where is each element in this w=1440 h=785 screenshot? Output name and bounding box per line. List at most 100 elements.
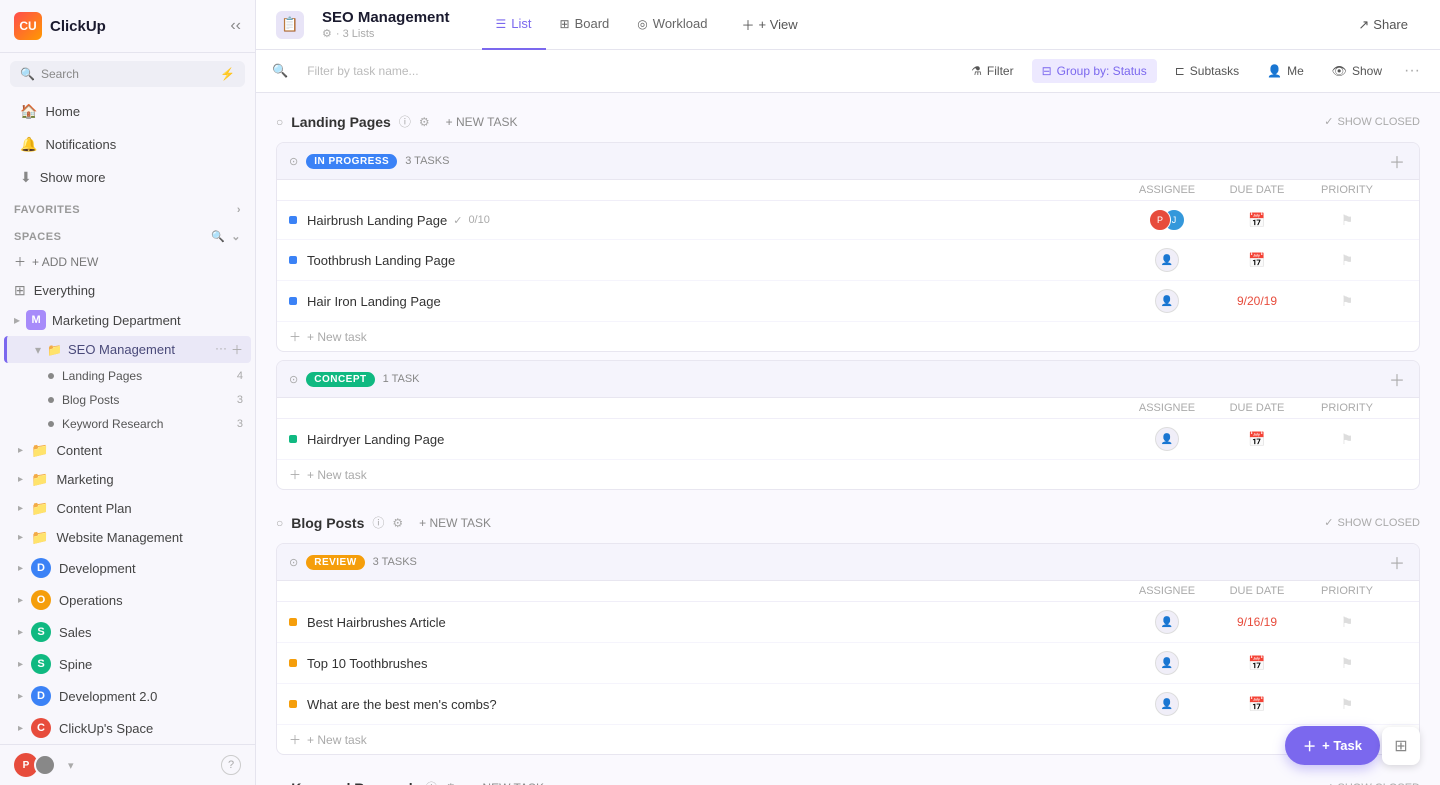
- add-task-button[interactable]: ＋ + Task: [1285, 726, 1380, 765]
- help-button[interactable]: ?: [221, 755, 241, 775]
- group-by-button[interactable]: ⊟ Group by: Status: [1032, 59, 1157, 83]
- subtasks-icon: ⊏: [1175, 64, 1185, 78]
- section-toggle-blog-posts[interactable]: ○: [276, 516, 283, 530]
- show-closed-landing-pages[interactable]: ✓ SHOW CLOSED: [1324, 115, 1420, 128]
- sidebar-item-seo-management[interactable]: ▾ 📁 SEO Management ··· ＋: [4, 336, 251, 363]
- show-closed-blog-posts[interactable]: ✓ SHOW CLOSED: [1324, 516, 1420, 529]
- new-task-link-keyword-research[interactable]: + NEW TASK: [472, 781, 544, 785]
- chevron-down-spaces-icon[interactable]: ⌄: [231, 230, 241, 243]
- filter-button[interactable]: ⚗ Filter: [961, 59, 1023, 83]
- subtask-count: 0/10: [468, 214, 489, 226]
- seo-mgmt-label: SEO Management: [68, 342, 175, 357]
- add-column-button[interactable]: ＋: [1387, 552, 1407, 572]
- task-btn-label: + Task: [1322, 738, 1362, 753]
- share-button[interactable]: ↗ Share: [1346, 12, 1420, 38]
- sidebar-item-development[interactable]: ▸ D Development: [4, 553, 251, 583]
- section-info-icon[interactable]: ⓘ: [372, 514, 384, 531]
- search-spaces-icon[interactable]: 🔍: [211, 230, 225, 243]
- group-toggle-concept[interactable]: ⊙: [289, 373, 298, 386]
- status-badge-review: REVIEW: [306, 555, 364, 570]
- section-name-blog-posts: Blog Posts: [291, 515, 364, 531]
- new-task-link-landing-pages[interactable]: + NEW TASK: [446, 115, 518, 129]
- group-by-label: Group by: Status: [1057, 64, 1147, 78]
- new-task-row[interactable]: ＋ + New task: [277, 725, 1419, 754]
- favorites-label: FAVORITES ›: [0, 194, 255, 220]
- sidebar-item-operations[interactable]: ▸ O Operations: [4, 585, 251, 615]
- table-row[interactable]: Hair Iron Landing Page 👤 9/20/19 ⚑: [277, 281, 1419, 322]
- search-input[interactable]: 🔍 Search ⚡: [10, 61, 245, 87]
- assignee-cell: 👤: [1127, 248, 1207, 272]
- new-task-link-blog-posts[interactable]: + NEW TASK: [419, 516, 491, 530]
- group-toggle-review[interactable]: ⊙: [289, 556, 298, 569]
- task-count-concept: 1 TASK: [383, 373, 420, 385]
- sidebar-item-home[interactable]: 🏠 Home: [6, 96, 249, 127]
- tab-workload[interactable]: ◎ Workload: [623, 0, 721, 50]
- task-status-dot: [289, 435, 297, 443]
- priority-col-header: PRIORITY: [1307, 184, 1387, 196]
- section-gear-icon[interactable]: ⚙: [419, 115, 430, 129]
- table-row[interactable]: Hairdryer Landing Page 👤 📅 ⚑: [277, 419, 1419, 460]
- sidebar-item-development2[interactable]: ▸ D Development 2.0: [4, 681, 251, 711]
- add-column-button[interactable]: ＋: [1387, 369, 1407, 389]
- collapse-sidebar-button[interactable]: ‹‹: [230, 17, 241, 35]
- grid-view-button[interactable]: ⊞: [1382, 727, 1420, 765]
- sidebar-item-everything[interactable]: ⊞ Everything: [0, 276, 255, 305]
- section-info-icon[interactable]: ⓘ: [399, 113, 411, 130]
- seo-mgmt-actions[interactable]: ··· ＋: [215, 341, 243, 358]
- section-gear-icon[interactable]: ⚙: [392, 516, 403, 530]
- filter-input[interactable]: Filter by task name...: [296, 58, 496, 84]
- section-info-icon[interactable]: ⓘ: [425, 779, 437, 785]
- tab-list-label: List: [511, 16, 531, 31]
- more-options-button[interactable]: ···: [1400, 58, 1424, 84]
- sidebar-item-keyword-research[interactable]: Keyword Research 3: [4, 413, 251, 435]
- sidebar-item-clickup-space[interactable]: ▸ C ClickUp's Space: [4, 713, 251, 743]
- sidebar-item-content-plan[interactable]: ▸ 📁 Content Plan: [4, 495, 251, 522]
- sidebar-item-marketing-department[interactable]: ▸ M Marketing Department: [0, 305, 255, 335]
- add-seo-icon[interactable]: ＋: [231, 341, 243, 358]
- tab-list[interactable]: ☰ List: [482, 0, 546, 50]
- section-toggle-landing-pages[interactable]: ○: [276, 115, 283, 129]
- chevron-down-seo-icon: ▾: [35, 343, 41, 357]
- table-row[interactable]: Top 10 Toothbrushes 👤 📅 ⚑: [277, 643, 1419, 684]
- new-task-row[interactable]: ＋ + New task: [277, 322, 1419, 351]
- section-header-blog-posts: ○ Blog Posts ⓘ ⚙ + NEW TASK ✓ SHOW CLOSE…: [276, 510, 1420, 535]
- sidebar-item-spine[interactable]: ▸ S Spine: [4, 649, 251, 679]
- more-options-icon[interactable]: ···: [215, 341, 227, 358]
- sidebar-item-marketing[interactable]: ▸ 📁 Marketing: [4, 466, 251, 493]
- group-toggle-in-progress[interactable]: ⊙: [289, 155, 298, 168]
- operations-label: Operations: [59, 593, 237, 608]
- website-mgmt-label: Website Management: [56, 530, 237, 545]
- logo-area: CU ClickUp: [14, 12, 106, 40]
- spaces-actions[interactable]: 🔍 ⌄: [211, 230, 241, 243]
- settings-icon[interactable]: ⚙: [322, 27, 332, 40]
- table-row[interactable]: Hairbrush Landing Page ✓ 0/10 P J 📅 ⚑: [277, 201, 1419, 240]
- assignee-placeholder: 👤: [1155, 427, 1179, 451]
- add-column-button[interactable]: ＋: [1387, 151, 1407, 171]
- due-date-col-header: DUE DATE: [1207, 585, 1307, 597]
- sidebar-item-blog-posts[interactable]: Blog Posts 3: [4, 389, 251, 411]
- new-task-row[interactable]: ＋ + New task: [277, 460, 1419, 489]
- sidebar-item-website-management[interactable]: ▸ 📁 Website Management: [4, 524, 251, 551]
- section-gear-icon[interactable]: ⚙: [445, 781, 456, 785]
- task-group-concept: ⊙ CONCEPT 1 TASK ＋ ASSIGNEE DUE DATE PRI…: [276, 360, 1420, 490]
- sidebar-item-sales[interactable]: ▸ S Sales: [4, 617, 251, 647]
- add-new-button[interactable]: ＋ + ADD NEW: [0, 247, 255, 276]
- section-landing-pages: ○ Landing Pages ⓘ ⚙ + NEW TASK ✓ SHOW CL…: [276, 109, 1420, 490]
- favorites-actions[interactable]: ›: [237, 204, 241, 216]
- section-toggle-keyword-research[interactable]: ○: [276, 781, 283, 785]
- sidebar-item-landing-pages[interactable]: Landing Pages 4: [4, 365, 251, 387]
- table-row[interactable]: What are the best men's combs? 👤 📅 ⚑: [277, 684, 1419, 725]
- tab-board[interactable]: ⊞ Board: [546, 0, 624, 50]
- show-closed-keyword-research[interactable]: ✓ SHOW CLOSED: [1324, 781, 1420, 785]
- assignee-cell: 👤: [1127, 610, 1207, 634]
- table-row[interactable]: Toothbrush Landing Page 👤 📅 ⚑: [277, 240, 1419, 281]
- sidebar-item-show-more[interactable]: ⬇ Show more: [6, 162, 249, 193]
- user-extra: ▾: [68, 759, 74, 772]
- table-row[interactable]: Best Hairbrushes Article 👤 9/16/19 ⚑: [277, 602, 1419, 643]
- add-view-button[interactable]: ＋ + View: [729, 0, 809, 50]
- sidebar-item-content[interactable]: ▸ 📁 Content: [4, 437, 251, 464]
- me-button[interactable]: 👤 Me: [1257, 59, 1314, 83]
- show-button[interactable]: 👁 Show: [1322, 59, 1392, 83]
- sidebar-item-notifications[interactable]: 🔔 Notifications: [6, 129, 249, 160]
- subtasks-button[interactable]: ⊏ Subtasks: [1165, 59, 1249, 83]
